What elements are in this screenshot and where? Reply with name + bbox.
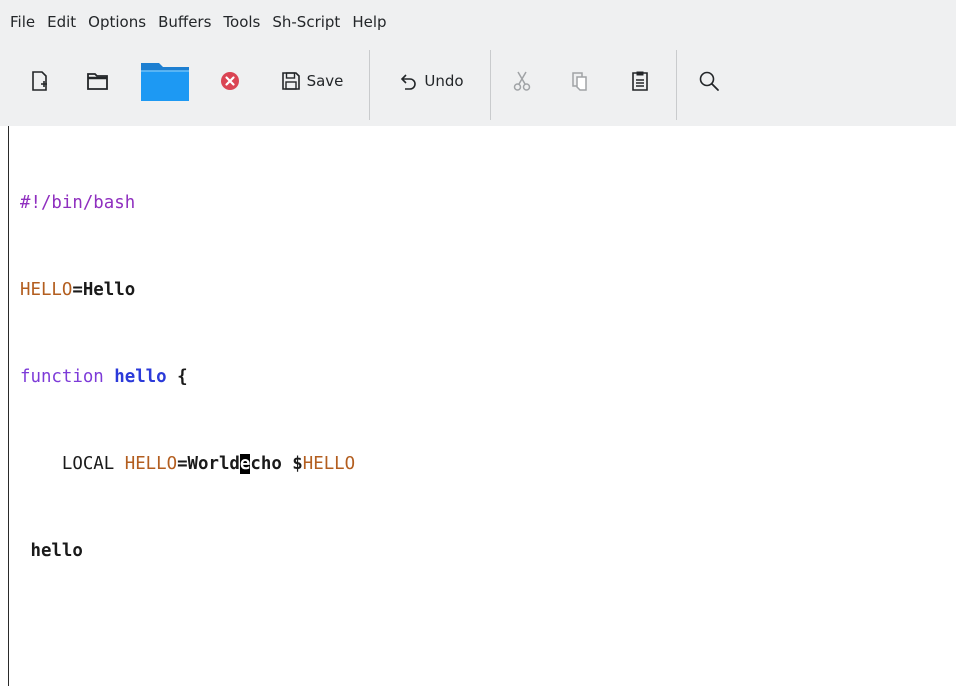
echo-token: cho $ bbox=[250, 454, 303, 474]
scissors-icon bbox=[511, 70, 533, 92]
toolbar-separator bbox=[490, 50, 491, 120]
assignment-token: =Hello bbox=[72, 280, 136, 300]
variable-token: HELLO bbox=[20, 280, 73, 300]
search-button[interactable] bbox=[692, 58, 726, 104]
code-content[interactable]: #!/bin/bash HELLO=Hello function hello {… bbox=[20, 131, 355, 624]
undo-label: Undo bbox=[424, 72, 464, 90]
copy-icon bbox=[570, 70, 590, 92]
toolbar: Save Undo bbox=[0, 44, 956, 126]
new-file-button[interactable] bbox=[20, 58, 60, 104]
paste-icon bbox=[630, 70, 650, 92]
new-file-icon bbox=[29, 70, 51, 92]
variable-token: HELLO bbox=[124, 454, 178, 474]
paste-button[interactable] bbox=[624, 58, 656, 104]
undo-icon bbox=[398, 71, 418, 91]
keyword-token: function bbox=[20, 367, 104, 387]
menu-buffers[interactable]: Buffers bbox=[152, 9, 217, 35]
assignment-token: =World bbox=[177, 454, 240, 474]
close-circle-icon bbox=[220, 71, 240, 91]
cut-button[interactable] bbox=[506, 58, 538, 104]
function-call-token: hello bbox=[20, 541, 83, 561]
save-button[interactable]: Save bbox=[268, 58, 356, 104]
local-token: LOCAL bbox=[61, 454, 125, 474]
editor-left-border bbox=[8, 126, 9, 686]
close-buffer-button[interactable] bbox=[214, 58, 246, 104]
code-line-4: LOCAL HELLO=Worldecho $HELLO bbox=[20, 450, 355, 479]
menu-file[interactable]: File bbox=[4, 9, 41, 35]
menu-options[interactable]: Options bbox=[82, 9, 152, 35]
copy-button[interactable] bbox=[564, 58, 596, 104]
open-file-button[interactable] bbox=[136, 58, 194, 104]
function-name-token: hello bbox=[114, 367, 167, 387]
code-line-5: hello bbox=[20, 537, 355, 566]
menu-edit[interactable]: Edit bbox=[41, 9, 82, 35]
menu-help[interactable]: Help bbox=[346, 9, 392, 35]
text-cursor: e bbox=[239, 454, 251, 474]
folder-open-icon bbox=[86, 71, 110, 91]
save-label: Save bbox=[306, 72, 344, 90]
indent-token bbox=[20, 454, 62, 474]
undo-button[interactable]: Undo bbox=[382, 58, 480, 104]
toolbar-separator bbox=[676, 50, 677, 120]
open-directory-button[interactable] bbox=[76, 58, 120, 104]
editor-window: File Edit Options Buffers Tools Sh-Scrip… bbox=[0, 0, 956, 686]
menu-tools[interactable]: Tools bbox=[217, 9, 266, 35]
save-icon bbox=[281, 71, 301, 91]
folder-blue-icon bbox=[139, 59, 191, 103]
code-line-1: #!/bin/bash bbox=[20, 189, 355, 218]
menu-bar: File Edit Options Buffers Tools Sh-Scrip… bbox=[0, 0, 956, 44]
code-line-2: HELLO=Hello bbox=[20, 276, 355, 305]
brace-token: { bbox=[166, 367, 188, 387]
search-icon bbox=[698, 70, 720, 92]
code-line-3: function hello { bbox=[20, 363, 355, 392]
menu-sh-script[interactable]: Sh-Script bbox=[266, 9, 346, 35]
toolbar-separator bbox=[369, 50, 370, 120]
shebang-token: #!/bin/bash bbox=[20, 193, 136, 213]
variable-token: HELLO bbox=[302, 454, 356, 474]
